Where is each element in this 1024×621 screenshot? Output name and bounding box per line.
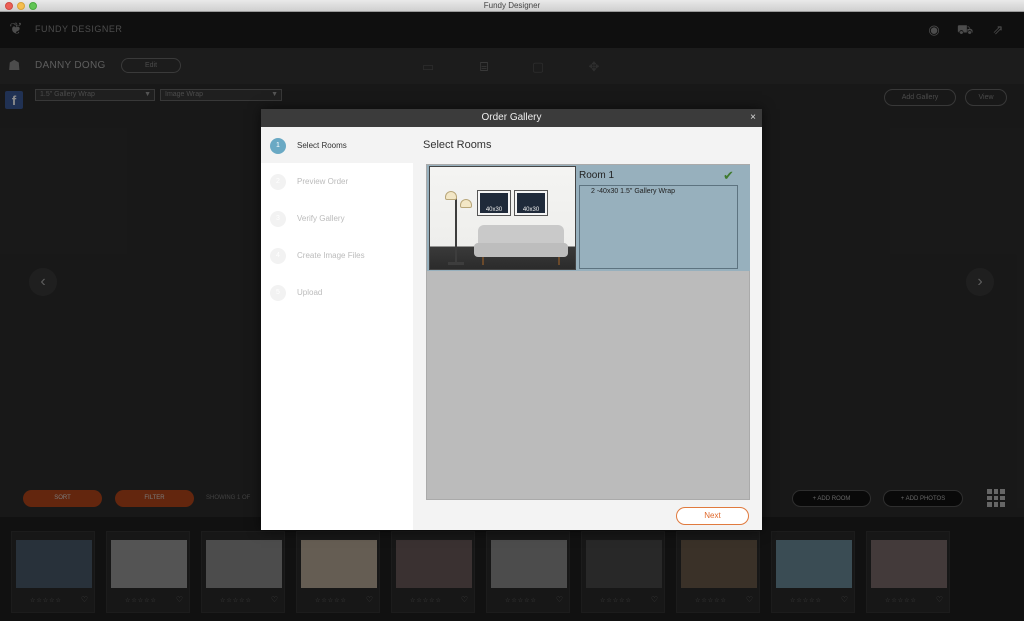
window-titlebar: Fundy Designer	[0, 0, 1024, 12]
step-label: Create Image Files	[297, 251, 365, 260]
dialog-header: Order Gallery ×	[261, 109, 762, 127]
step-number: 5	[270, 285, 286, 301]
wall-art-frame: 40x30	[515, 191, 547, 215]
lamp-shade-shape	[445, 191, 457, 200]
room-item: 2 -40x30 1.5" Gallery Wrap	[591, 188, 676, 195]
rooms-list: 40x30 40x30 Room 1 ✔ 2 -40x30 1.5" Galle…	[426, 164, 750, 500]
lamp-shade-shape	[460, 199, 472, 208]
window-title: Fundy Designer	[483, 1, 541, 10]
art-size-label: 40x30	[485, 207, 503, 213]
step-number: 2	[270, 174, 286, 190]
room-name: Room 1	[579, 170, 615, 181]
step-number: 4	[270, 248, 286, 264]
dialog-title: Order Gallery	[481, 112, 542, 123]
sofa-leg-shape	[558, 257, 560, 265]
room-card[interactable]: 40x30 40x30 Room 1 ✔ 2 -40x30 1.5" Galle…	[427, 165, 750, 271]
order-gallery-dialog: Order Gallery × 1 Select Rooms 2 Preview…	[261, 109, 762, 530]
section-title: Select Rooms	[423, 139, 492, 151]
sofa-seat-shape	[474, 243, 568, 257]
close-icon[interactable]: ×	[750, 109, 756, 127]
step-number: 3	[270, 211, 286, 227]
step-select-rooms[interactable]: 1 Select Rooms	[261, 127, 413, 163]
art-size-label: 40x30	[522, 207, 540, 213]
step-create-image-files[interactable]: 4 Create Image Files	[261, 237, 413, 273]
lamp-base-shape	[448, 262, 464, 265]
lamp-shape	[455, 197, 457, 263]
step-upload[interactable]: 5 Upload	[261, 274, 413, 310]
wizard-steps: 1 Select Rooms 2 Preview Order 3 Verify …	[261, 127, 413, 530]
room-preview-image: 40x30 40x30	[429, 166, 576, 270]
step-verify-gallery[interactable]: 3 Verify Gallery	[261, 200, 413, 236]
checkmark-icon[interactable]: ✔	[723, 168, 734, 184]
step-preview-order[interactable]: 2 Preview Order	[261, 163, 413, 199]
dialog-content: Select Rooms 40x30 40x30 Room 1 ✔ 2 -40x…	[413, 127, 762, 530]
wall-art-frame: 40x30	[478, 191, 510, 215]
step-label: Select Rooms	[297, 141, 347, 150]
step-number: 1	[270, 138, 286, 154]
room-items-box: 2 -40x30 1.5" Gallery Wrap	[579, 185, 738, 269]
step-label: Upload	[297, 288, 323, 297]
sofa-leg-shape	[482, 257, 484, 265]
step-label: Preview Order	[297, 177, 349, 186]
step-label: Verify Gallery	[297, 214, 345, 223]
next-button[interactable]: Next	[676, 507, 749, 525]
